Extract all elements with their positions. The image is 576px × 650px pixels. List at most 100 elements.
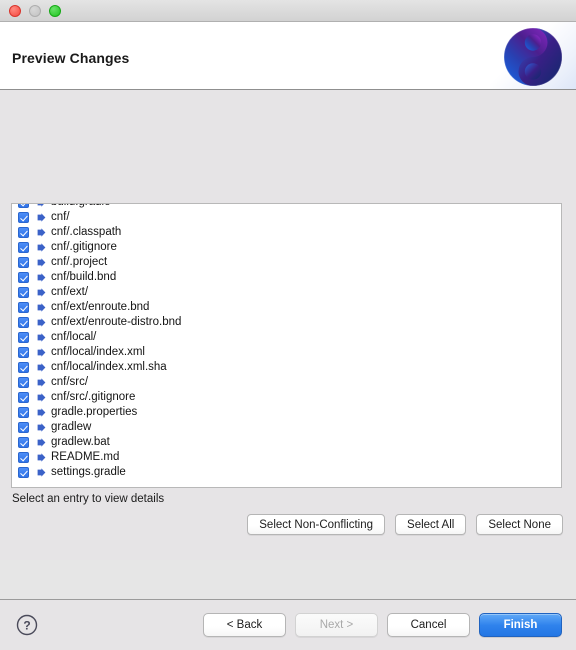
checkbox-checked-icon[interactable] bbox=[18, 392, 29, 403]
checkbox-checked-icon[interactable] bbox=[18, 362, 29, 373]
checkbox-checked-icon[interactable] bbox=[18, 272, 29, 283]
checkbox-checked-icon[interactable] bbox=[18, 242, 29, 253]
table-row[interactable]: cnf/ bbox=[12, 210, 561, 225]
select-none-button[interactable]: Select None bbox=[476, 514, 563, 535]
arrow-right-icon bbox=[37, 318, 46, 327]
minimize-window-button[interactable] bbox=[29, 4, 41, 17]
arrow-right-icon bbox=[37, 348, 46, 357]
arrow-right-icon bbox=[37, 333, 46, 342]
question-mark-icon[interactable]: ? bbox=[16, 614, 38, 636]
table-row[interactable]: cnf/.gitignore bbox=[12, 240, 561, 255]
checkbox-checked-icon[interactable] bbox=[18, 467, 29, 478]
window-titlebar bbox=[0, 0, 576, 22]
checkbox-checked-icon[interactable] bbox=[18, 422, 29, 433]
table-row[interactable]: cnf/src/ bbox=[12, 375, 561, 390]
file-path-label: cnf/local/index.xml bbox=[51, 346, 145, 358]
file-path-label: build.gradle bbox=[51, 204, 110, 209]
checkbox-checked-icon[interactable] bbox=[18, 257, 29, 268]
close-window-button[interactable] bbox=[9, 4, 21, 17]
file-path-label: cnf/build.bnd bbox=[51, 271, 117, 283]
table-row[interactable]: gradlew.bat bbox=[12, 435, 561, 450]
dialog-content: build.gradle cnf/cnf/.classpath cnf/.gitig… bbox=[0, 90, 576, 650]
table-row[interactable]: settings.gradle bbox=[12, 465, 561, 480]
checkbox-checked-icon[interactable] bbox=[18, 407, 29, 418]
table-row[interactable]: cnf/local/index.xml bbox=[12, 345, 561, 360]
arrow-right-icon bbox=[37, 453, 46, 462]
arrow-right-icon bbox=[37, 408, 46, 417]
checkbox-checked-icon[interactable] bbox=[18, 302, 29, 313]
file-path-label: gradlew bbox=[51, 421, 92, 433]
table-row[interactable]: cnf/.classpath bbox=[12, 225, 561, 240]
table-row[interactable]: build.gradle bbox=[12, 204, 561, 210]
table-row[interactable]: cnf/ext/enroute.bnd bbox=[12, 300, 561, 315]
checkbox-checked-icon[interactable] bbox=[18, 377, 29, 388]
enroute-swirl-logo-icon bbox=[490, 22, 576, 89]
arrow-right-icon bbox=[37, 423, 46, 432]
arrow-right-icon bbox=[37, 468, 46, 477]
file-path-label: cnf/.classpath bbox=[51, 226, 122, 238]
arrow-right-icon bbox=[37, 243, 46, 252]
finish-button[interactable]: Finish bbox=[479, 613, 562, 637]
page-title: Preview Changes bbox=[12, 50, 130, 66]
checkbox-checked-icon[interactable] bbox=[18, 227, 29, 238]
table-row[interactable]: cnf/local/ bbox=[12, 330, 561, 345]
checkbox-checked-icon[interactable] bbox=[18, 437, 29, 448]
file-path-label: gradle.properties bbox=[51, 406, 138, 418]
maximize-window-button[interactable] bbox=[49, 4, 61, 17]
dialog-footer: ? < Back Next > Cancel Finish bbox=[0, 600, 576, 650]
checkbox-checked-icon[interactable] bbox=[18, 452, 29, 463]
file-path-label: cnf/ext/enroute-distro.bnd bbox=[51, 316, 182, 328]
table-row[interactable]: gradlew bbox=[12, 420, 561, 435]
arrow-right-icon bbox=[37, 258, 46, 267]
table-row[interactable]: cnf/ext/enroute-distro.bnd bbox=[12, 315, 561, 330]
table-row[interactable]: cnf/.project bbox=[12, 255, 561, 270]
file-path-label: cnf/src/.gitignore bbox=[51, 391, 136, 403]
file-path-label: cnf/ bbox=[51, 211, 70, 223]
changes-file-list[interactable]: build.gradle cnf/cnf/.classpath cnf/.gitig… bbox=[11, 203, 562, 488]
checkbox-checked-icon[interactable] bbox=[18, 332, 29, 343]
wizard-button-group: < Back Next > Cancel Finish bbox=[203, 613, 562, 637]
file-path-label: settings.gradle bbox=[51, 466, 126, 478]
cancel-button[interactable]: Cancel bbox=[387, 613, 470, 637]
arrow-right-icon bbox=[37, 273, 46, 282]
arrow-right-icon bbox=[37, 393, 46, 402]
select-all-button[interactable]: Select All bbox=[395, 514, 467, 535]
back-button[interactable]: < Back bbox=[203, 613, 286, 637]
arrow-right-icon bbox=[37, 204, 46, 207]
preview-changes-window: Preview Changes cnf/ cnf/.classpath cnf/… bbox=[0, 0, 576, 650]
file-path-label: cnf/local/ bbox=[51, 331, 97, 343]
changes-file-list-inner: build.gradle cnf/cnf/.classpath cnf/.gitig… bbox=[12, 204, 561, 480]
table-row[interactable]: cnf/ext/ bbox=[12, 285, 561, 300]
table-row[interactable]: gradle.properties bbox=[12, 405, 561, 420]
status-message: Select an entry to view details bbox=[12, 493, 165, 505]
table-row[interactable]: cnf/local/index.xml.sha bbox=[12, 360, 561, 375]
file-path-label: README.md bbox=[51, 451, 120, 463]
arrow-right-icon bbox=[37, 213, 46, 222]
checkbox-checked-icon[interactable] bbox=[18, 347, 29, 358]
checkbox-checked-icon[interactable] bbox=[18, 204, 29, 208]
table-row[interactable]: README.md bbox=[12, 450, 561, 465]
svg-text:?: ? bbox=[23, 619, 30, 633]
file-path-label: gradlew.bat bbox=[51, 436, 110, 448]
arrow-right-icon bbox=[37, 288, 46, 297]
arrow-right-icon bbox=[37, 438, 46, 447]
file-path-label: cnf/src/ bbox=[51, 376, 89, 388]
file-path-label: cnf/.project bbox=[51, 256, 108, 268]
dialog-header: Preview Changes bbox=[0, 22, 576, 90]
file-path-label: cnf/local/index.xml.sha bbox=[51, 361, 167, 373]
arrow-right-icon bbox=[37, 363, 46, 372]
select-non-conflicting-button[interactable]: Select Non-Conflicting bbox=[247, 514, 386, 535]
arrow-right-icon bbox=[37, 378, 46, 387]
table-row[interactable]: cnf/src/.gitignore bbox=[12, 390, 561, 405]
file-path-label: cnf/ext/enroute.bnd bbox=[51, 301, 150, 313]
file-path-label: cnf/ext/ bbox=[51, 286, 89, 298]
arrow-right-icon bbox=[37, 228, 46, 237]
table-row[interactable]: cnf/build.bnd bbox=[12, 270, 561, 285]
checkbox-checked-icon[interactable] bbox=[18, 212, 29, 223]
arrow-right-icon bbox=[37, 303, 46, 312]
next-button: Next > bbox=[295, 613, 378, 637]
checkbox-checked-icon[interactable] bbox=[18, 287, 29, 298]
file-path-label: cnf/.gitignore bbox=[51, 241, 117, 253]
checkbox-checked-icon[interactable] bbox=[18, 317, 29, 328]
selection-button-group: Select Non-Conflicting Select All Select… bbox=[247, 514, 563, 535]
